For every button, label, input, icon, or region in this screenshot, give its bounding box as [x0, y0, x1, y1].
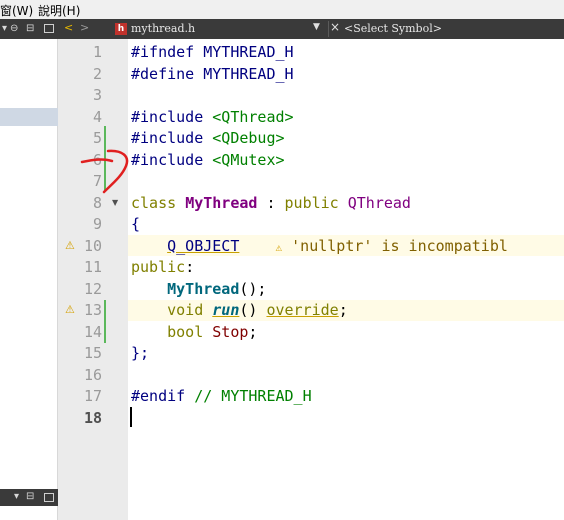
editor-toolbar: < > h mythread.h ▼ × <Select Symbol>	[58, 19, 564, 39]
text-cursor	[130, 406, 132, 427]
code-line: 7	[58, 170, 564, 192]
code-line: 1 #ifndef MYTHREAD_H	[58, 41, 564, 63]
split-icon[interactable]: ⊟	[26, 489, 34, 505]
close-icon[interactable]: ×	[330, 20, 340, 34]
code-line: 16	[58, 364, 564, 386]
code-line: 12 MyThread();	[58, 278, 564, 300]
code-line: 9 {	[58, 213, 564, 235]
split-icon[interactable]: ⊟	[26, 21, 34, 37]
menu-help[interactable]: 說明(H)	[38, 2, 80, 19]
dropdown-icon[interactable]: ▾	[14, 489, 19, 505]
code-line: 18	[58, 406, 564, 429]
code-editor[interactable]: 1 #ifndef MYTHREAD_H 2 #define MYTHREAD_…	[58, 39, 564, 520]
forward-arrow-icon[interactable]: >	[80, 21, 89, 34]
code-line: 11 public:	[58, 256, 564, 278]
header-file-icon: h	[115, 23, 127, 35]
line-code: #include <QThread>	[131, 107, 294, 126]
sidebar-bottom-toolbar: ▾ ⊟	[0, 489, 58, 506]
line-code: #ifndef MYTHREAD_H	[131, 43, 294, 61]
code-line: 3	[58, 84, 564, 106]
chevron-down-icon[interactable]: ▼	[313, 22, 320, 32]
back-arrow-icon[interactable]: <	[64, 21, 73, 34]
line-code: };	[131, 344, 150, 362]
line-code: bool Stop;	[167, 322, 258, 341]
warning-triangle-icon: ⚠	[275, 240, 283, 254]
line-code: #include <QMutex>	[131, 150, 285, 169]
sidebar-toolbar: ▾ ⊖ ⊟	[0, 19, 58, 39]
warning-triangle-icon[interactable]: ⚠	[65, 235, 75, 257]
open-file-name[interactable]: mythread.h	[131, 22, 195, 35]
code-line: 6 #include <QMutex>	[58, 149, 564, 171]
close-pane-icon[interactable]	[44, 24, 54, 33]
symbol-selector[interactable]: <Select Symbol>	[344, 22, 442, 35]
fold-arrow-icon[interactable]: ▼	[112, 192, 118, 214]
line-number: 14	[83, 322, 102, 341]
sidebar-selected-item[interactable]	[0, 108, 58, 126]
line-number: 18	[83, 408, 102, 427]
line-number: 6	[92, 150, 102, 169]
line-number: 13	[83, 301, 102, 319]
toolbar-divider	[328, 21, 329, 37]
close-pane-icon[interactable]	[44, 493, 54, 502]
code-line: 15 };	[58, 342, 564, 364]
line-code: void run() override;	[167, 301, 348, 319]
line-code: Q_OBJECT ⚠ 'nullptr' is incompatibl	[167, 236, 508, 255]
menu-window[interactable]: 窗(W)	[0, 2, 33, 19]
inline-warning[interactable]: ⚠ 'nullptr' is incompatibl	[276, 237, 508, 255]
line-number: 8	[92, 193, 102, 212]
line-number: 12	[83, 279, 102, 298]
code-line: ⚠ 13 void run() override;	[58, 299, 564, 321]
code-line: 5 #include <QDebug>	[58, 127, 564, 149]
code-line: 8 ▼ class MyThread : public QThread	[58, 192, 564, 214]
code-line: 2 #define MYTHREAD_H	[58, 63, 564, 85]
line-code: class MyThread : public QThread	[131, 193, 411, 212]
line-number: 17	[83, 387, 102, 405]
line-number: 16	[83, 365, 102, 384]
link-icon[interactable]: ⊖	[10, 21, 18, 37]
line-number: 5	[92, 129, 102, 147]
left-sidebar: ▾ ⊖ ⊟ ▾ ⊟	[0, 19, 58, 520]
code-line: 17 #endif // MYTHREAD_H	[58, 385, 564, 407]
dropdown-icon[interactable]: ▾	[2, 21, 7, 37]
line-code: #include <QDebug>	[131, 129, 285, 147]
line-code: {	[131, 215, 141, 233]
line-number: 15	[83, 344, 102, 362]
line-code: MyThread();	[167, 279, 267, 298]
line-code: #endif // MYTHREAD_H	[131, 387, 312, 405]
line-code: #define MYTHREAD_H	[131, 64, 294, 83]
code-line: ⚠ 10 Q_OBJECT ⚠ 'nullptr' is incompatibl	[58, 235, 564, 257]
line-number: 7	[92, 172, 102, 190]
line-number: 9	[92, 215, 102, 233]
line-number: 4	[92, 107, 102, 126]
code-line: 4 #include <QThread>	[58, 106, 564, 128]
code-line: 14 bool Stop;	[58, 321, 564, 343]
line-code: public:	[131, 258, 195, 276]
line-number: 2	[92, 64, 102, 83]
menu-bar: 窗(W) 說明(H)	[0, 0, 564, 19]
warning-triangle-icon[interactable]: ⚠	[65, 299, 75, 321]
line-number: 10	[83, 236, 102, 255]
line-number: 3	[92, 86, 102, 104]
line-number: 11	[83, 258, 102, 276]
line-number: 1	[92, 43, 102, 61]
